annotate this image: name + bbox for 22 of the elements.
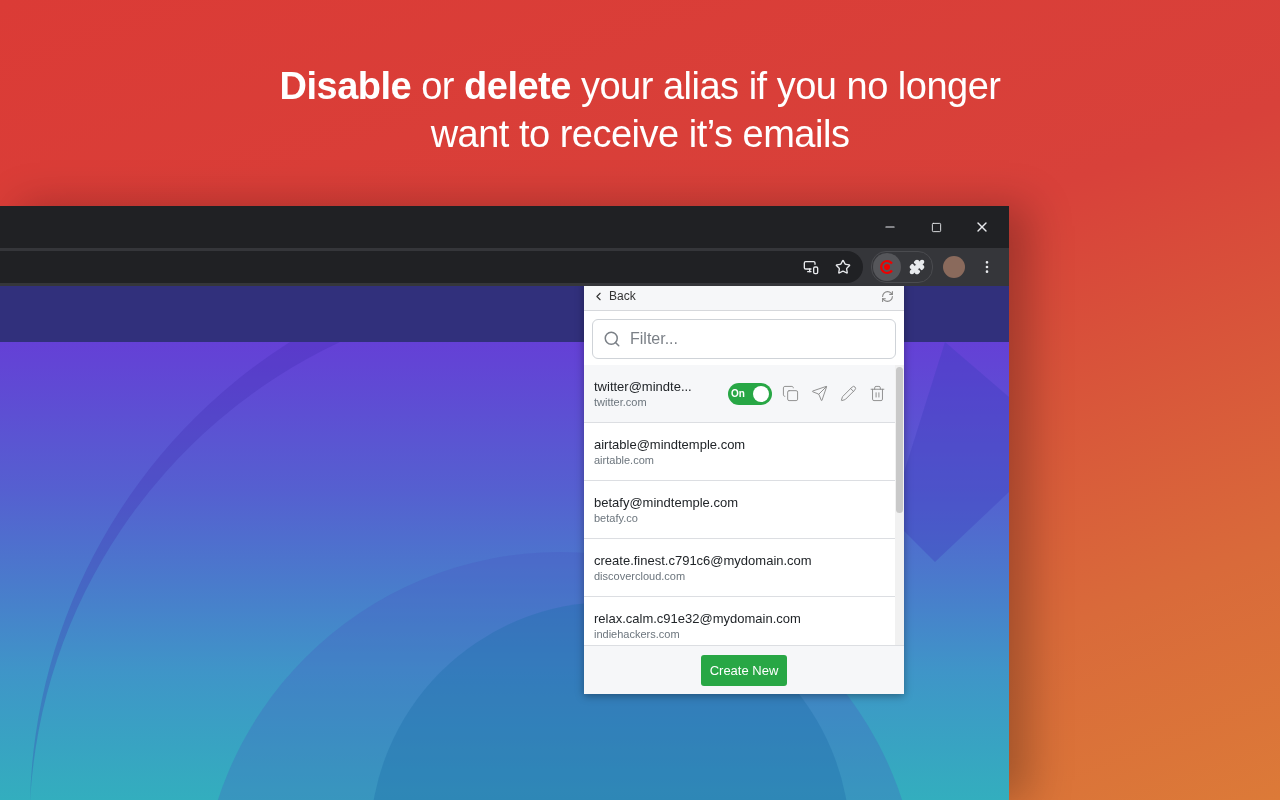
alias-email: betafy@mindtemple.com (594, 495, 739, 510)
trash-icon[interactable] (869, 385, 886, 402)
alias-email: relax.calm.c91e32@mydomain.com (594, 611, 802, 626)
alias-email: create.finest.c791c6@mydomain.com (594, 553, 813, 568)
alias-domain: indiehackers.com (594, 628, 681, 640)
alias-email: twitter@mindte... (594, 379, 693, 394)
avatar[interactable] (943, 256, 965, 278)
alias-domain: airtable.com (594, 454, 655, 466)
alias-email: airtable@mindtemple.com (594, 437, 747, 452)
maximize-icon (930, 221, 942, 233)
alias-domain: twitter.com (594, 396, 648, 408)
headline: Disable or delete your alias if you no longer want to receive it’s emails (278, 64, 1002, 157)
extension-logo-icon (879, 259, 895, 275)
filter-field[interactable]: Filter... (592, 319, 896, 359)
pencil-icon[interactable] (840, 385, 857, 402)
alias-domain: discovercloud.com (594, 570, 687, 582)
alias-domain: betafy.co (594, 512, 639, 524)
scrollbar[interactable] (895, 365, 904, 645)
copy-icon[interactable] (782, 385, 799, 402)
send-icon[interactable] (811, 385, 828, 402)
refresh-icon[interactable] (881, 289, 894, 303)
back-link[interactable]: Back (592, 289, 636, 303)
